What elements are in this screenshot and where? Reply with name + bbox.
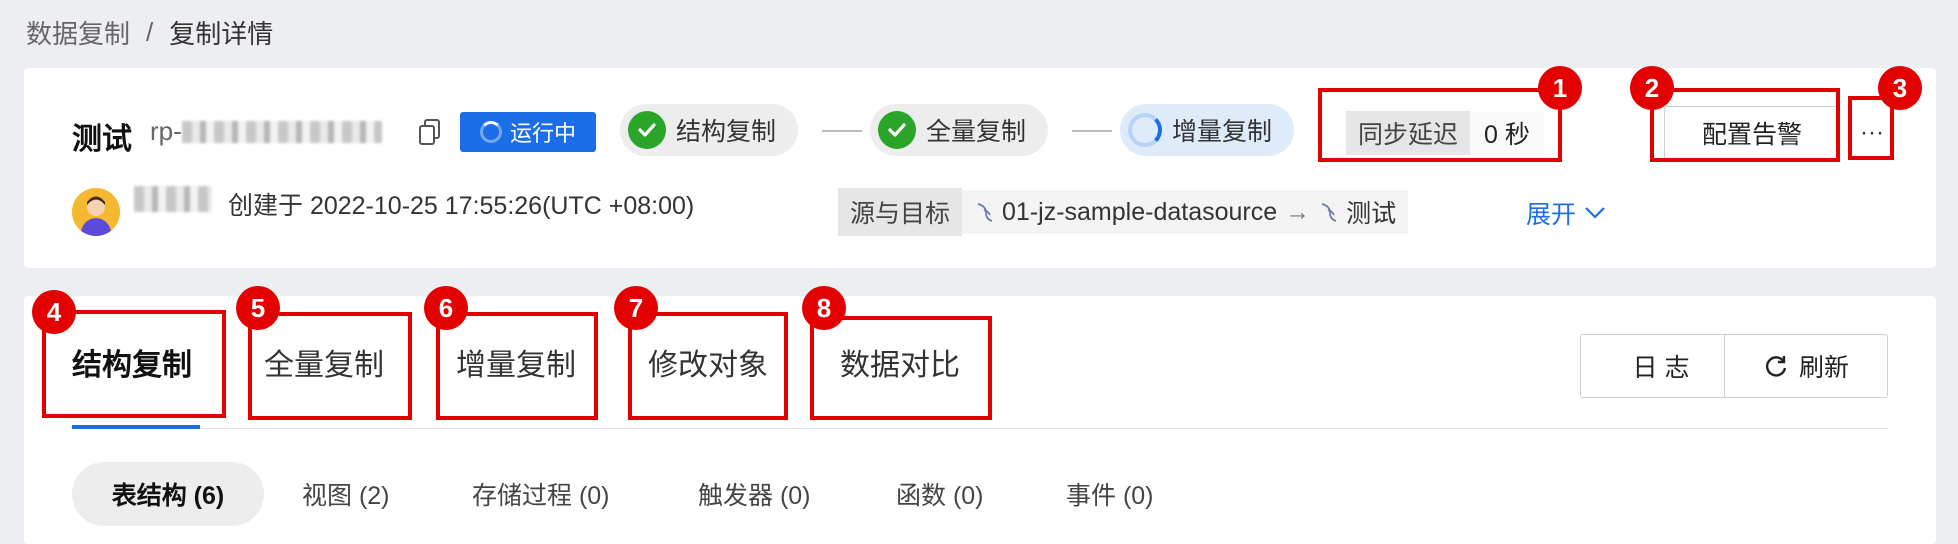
- stage-incremental: 增量复制: [1120, 104, 1295, 156]
- task-id-prefix: rp-: [150, 116, 182, 146]
- copy-icon[interactable]: [418, 118, 442, 146]
- source-target-label: 源与目标: [838, 188, 963, 236]
- stage-full: 全量复制: [870, 104, 1049, 156]
- progress-ring-icon: [1128, 113, 1162, 147]
- task-id: rp-: [150, 116, 382, 147]
- database-icon: [962, 201, 1002, 223]
- callout-box-6: [436, 312, 598, 420]
- stage-structure: 结构复制: [620, 104, 799, 156]
- callout-number: 5: [236, 286, 280, 330]
- callout-box-7: [628, 312, 788, 420]
- stage-label: 增量复制: [1172, 118, 1273, 146]
- creator-name: [134, 186, 212, 212]
- status-text: 运行中: [509, 121, 576, 146]
- subtab-functions[interactable]: 函数 (0): [896, 476, 984, 512]
- check-circle-icon: [878, 111, 916, 149]
- source-name: 01-jz-sample-datasource: [1002, 197, 1278, 226]
- avatar: [72, 188, 120, 236]
- subtab-triggers[interactable]: 触发器 (0): [698, 476, 811, 512]
- subtab-events[interactable]: 事件 (0): [1066, 476, 1154, 512]
- callout-number: 7: [614, 286, 658, 330]
- stage-connector: [1072, 130, 1112, 132]
- target-name: 测试: [1346, 200, 1397, 228]
- breadcrumb-current: 复制详情: [169, 19, 274, 49]
- refresh-icon: [1765, 356, 1787, 377]
- created-time: 创建于 2022-10-25 17:55:26(UTC +08:00): [228, 192, 695, 220]
- callout-box-5: [248, 312, 412, 420]
- check-circle-icon: [628, 111, 666, 149]
- log-button[interactable]: 日 志: [1580, 334, 1742, 398]
- creator-name-redacted: [134, 186, 212, 212]
- task-name: 测试: [72, 123, 132, 156]
- breadcrumb-parent[interactable]: 数据复制: [26, 14, 130, 51]
- stage-connector: [822, 130, 862, 132]
- refresh-label: 刷新: [1798, 354, 1849, 382]
- arrow-right-icon: →: [1285, 197, 1311, 226]
- callout-number: 8: [802, 286, 846, 330]
- callout-number: 3: [1878, 66, 1922, 110]
- subtab-views[interactable]: 视图 (2): [302, 476, 390, 512]
- task-id-redacted: [181, 120, 382, 143]
- active-tab-indicator: [72, 425, 200, 429]
- subtab-procedures[interactable]: 存储过程 (0): [472, 476, 610, 512]
- tab-divider: [70, 428, 1888, 429]
- status-badge: 运行中: [460, 112, 596, 152]
- expand-toggle[interactable]: 展开: [1526, 195, 1606, 231]
- chevron-down-icon: [1585, 207, 1605, 219]
- callout-box-8: [810, 316, 992, 420]
- callout-box-2: [1650, 88, 1840, 162]
- expand-label: 展开: [1526, 201, 1577, 229]
- callout-box-1: [1318, 88, 1562, 162]
- subtab-tables[interactable]: 表结构 (6): [72, 462, 264, 526]
- breadcrumb-separator: /: [146, 17, 154, 47]
- stage-label: 结构复制: [676, 118, 777, 146]
- loading-icon: [479, 121, 502, 143]
- database-icon: [1318, 201, 1346, 223]
- callout-number: 4: [32, 290, 76, 334]
- callout-number: 2: [1630, 66, 1674, 110]
- callout-number: 6: [424, 286, 468, 330]
- callout-number: 1: [1538, 66, 1582, 110]
- source-target: 源与目标 01-jz-sample-datasource → 测试: [838, 188, 1409, 236]
- stage-label: 全量复制: [926, 118, 1027, 146]
- refresh-button[interactable]: 刷新: [1724, 334, 1888, 398]
- breadcrumb: 数据复制 / 复制详情: [26, 14, 273, 51]
